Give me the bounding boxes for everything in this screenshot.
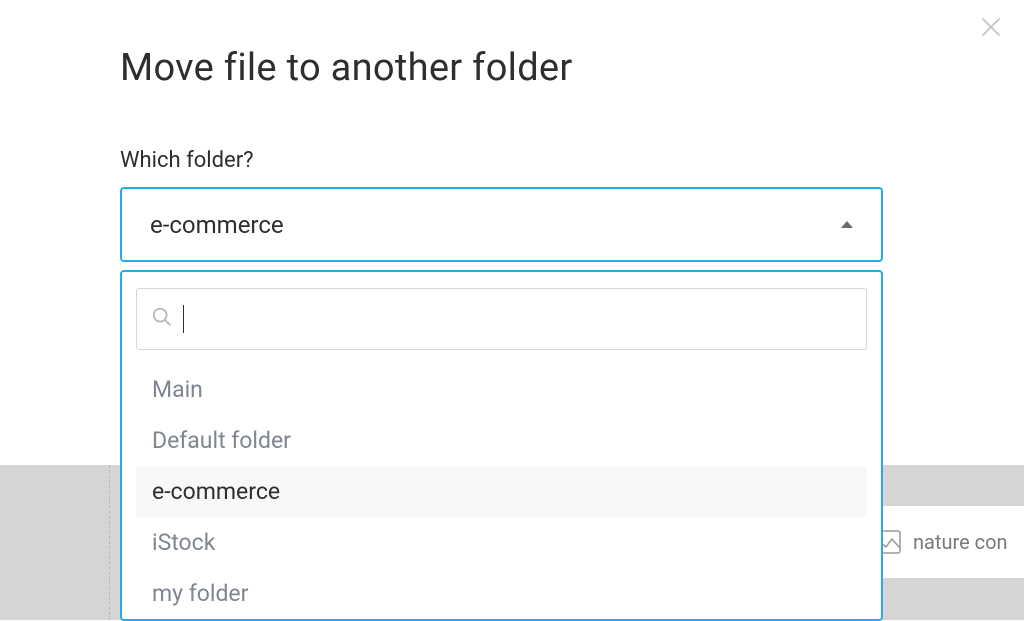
search-icon <box>151 306 173 332</box>
background-divider <box>109 465 110 620</box>
close-icon <box>979 15 1003 43</box>
background-file-card: nature con <box>859 506 1024 578</box>
field-label: Which folder? <box>120 148 904 173</box>
folder-search-field[interactable] <box>194 306 852 332</box>
folder-select[interactable]: e-commerce <box>120 187 883 262</box>
folder-dropdown: MainDefault foldere-commerceiStockmy fol… <box>120 270 883 621</box>
folder-select-value: e-commerce <box>150 211 284 239</box>
folder-option[interactable]: my folder <box>136 568 867 619</box>
move-file-modal: Move file to another folder Which folder… <box>0 0 1024 262</box>
folder-option[interactable]: e-commerce <box>136 466 867 517</box>
background-file-label: nature con <box>913 530 1008 554</box>
folder-option-list: MainDefault foldere-commerceiStockmy fol… <box>136 364 867 619</box>
folder-option[interactable]: Main <box>136 364 867 415</box>
modal-title: Move file to another folder <box>120 46 904 90</box>
text-cursor <box>183 305 184 333</box>
folder-option[interactable]: iStock <box>136 517 867 568</box>
caret-up-icon <box>841 221 853 228</box>
folder-search-input[interactable] <box>136 288 867 350</box>
close-button[interactable] <box>976 14 1006 44</box>
folder-option[interactable]: Default folder <box>136 415 867 466</box>
